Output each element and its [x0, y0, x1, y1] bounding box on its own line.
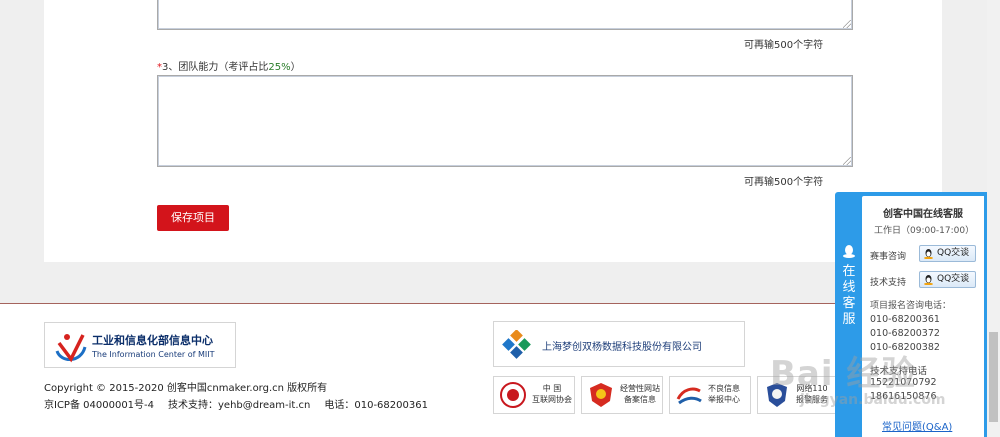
police-shield-icon — [590, 383, 612, 407]
badge-line-2: 备案信息 — [624, 395, 656, 404]
miit-name-cn: 工业和信息化部信息中心 — [92, 334, 213, 347]
icp-number[interactable]: 京ICP备 04000001号-4 — [44, 400, 154, 411]
char-counter: 可再输500个字符 — [744, 177, 824, 188]
project-form: 可再输500个字符 *3、团队能力（考评占比25%） 可再输500个字符 保存项… — [44, 0, 942, 262]
badge-line-1: 经营性网站 — [620, 384, 660, 393]
tab-label: 在线客服 — [842, 264, 856, 327]
footer-phone: 电话：010-68200361 — [324, 400, 428, 411]
qq-chat-label: QQ交谈 — [937, 248, 970, 258]
resize-grip-icon[interactable] — [843, 20, 851, 28]
badge-text: 经营性网站 备案信息 — [620, 383, 660, 405]
qq-chat-button[interactable]: QQ交谈 — [919, 245, 976, 262]
tech-support-email: 技术支持：yehb@dream-it.cn — [168, 400, 311, 411]
question-label-text: 3、团队能力（考评占比 — [162, 62, 269, 73]
partner-name: 上海梦创双杨数据科技股份有限公司 — [542, 342, 702, 353]
phone-number: 010-68200361 — [870, 314, 940, 325]
badge-line-2: 举报中心 — [708, 395, 740, 404]
partner-logo[interactable]: 上海梦创双杨数据科技股份有限公司 — [493, 321, 745, 367]
badge-text: 中 国互联网协会 — [532, 383, 572, 405]
weight-percent: 25% — [268, 62, 291, 73]
question-3-label: *3、团队能力（考评占比25%） — [157, 58, 301, 73]
phone-note: 项目报名咨询电话： — [870, 301, 952, 311]
contact-row: 技术支持 QQ交谈 — [870, 271, 976, 288]
save-project-button[interactable]: 保存项目 — [157, 205, 229, 231]
badge-line-1: 中 国 — [542, 384, 562, 393]
service-hours: 工作日（09:00-17:00） — [874, 226, 975, 236]
badge-report-center[interactable]: 不良信息 举报中心 — [669, 376, 751, 414]
badge-line-1: 不良信息 — [708, 384, 740, 393]
baidu-watermark: Bai 经验 — [770, 354, 917, 394]
faq-link[interactable]: 常见问题(Q&A) — [882, 418, 952, 433]
miit-logo[interactable]: 工业和信息化部信息中心 The Information Center of MI… — [44, 322, 236, 368]
contact-label: 技术支持 — [870, 278, 907, 288]
copyright-text: Copyright © 2015-2020 创客中国cnmaker.org.cn… — [44, 383, 328, 394]
contact-row: 赛事咨询 QQ交谈 — [870, 245, 976, 262]
badge-business-site[interactable]: 经营性网站 备案信息 — [581, 376, 663, 414]
miit-name-en: The Information Center of MIIT — [92, 350, 215, 359]
badge-text: 不良信息 举报中心 — [708, 383, 740, 405]
question-3-textarea[interactable] — [157, 75, 853, 167]
resize-grip-icon[interactable] — [843, 157, 851, 165]
report-swoosh-icon — [676, 387, 702, 405]
partner-mark-icon — [502, 330, 531, 359]
qq-penguin-icon — [924, 249, 933, 259]
question-2-textarea[interactable] — [157, 0, 853, 30]
question-label-suffix: ） — [290, 62, 301, 73]
service-title: 创客中国在线客服 — [883, 209, 963, 220]
footer-info: 京ICP备 04000001号-4 技术支持：yehb@dream-it.cn 电话… — [44, 396, 442, 411]
qq-penguin-icon — [843, 245, 855, 258]
internet-society-seal-icon — [500, 382, 526, 408]
badge-internet-society[interactable]: 中 国互联网协会 — [493, 376, 575, 414]
qq-chat-label: QQ交谈 — [937, 274, 970, 284]
qq-penguin-icon — [924, 275, 933, 285]
contact-label: 赛事咨询 — [870, 252, 907, 262]
baidu-watermark-url: jingyan.baidu.com — [800, 392, 946, 408]
phone-number: 010-68200372 — [870, 328, 940, 339]
qq-chat-button[interactable]: QQ交谈 — [919, 271, 976, 288]
char-counter: 可再输500个字符 — [744, 40, 824, 51]
badge-line-2: 互联网协会 — [532, 395, 572, 404]
scrollbar-thumb[interactable] — [989, 332, 998, 422]
miit-emblem-icon — [55, 334, 87, 363]
